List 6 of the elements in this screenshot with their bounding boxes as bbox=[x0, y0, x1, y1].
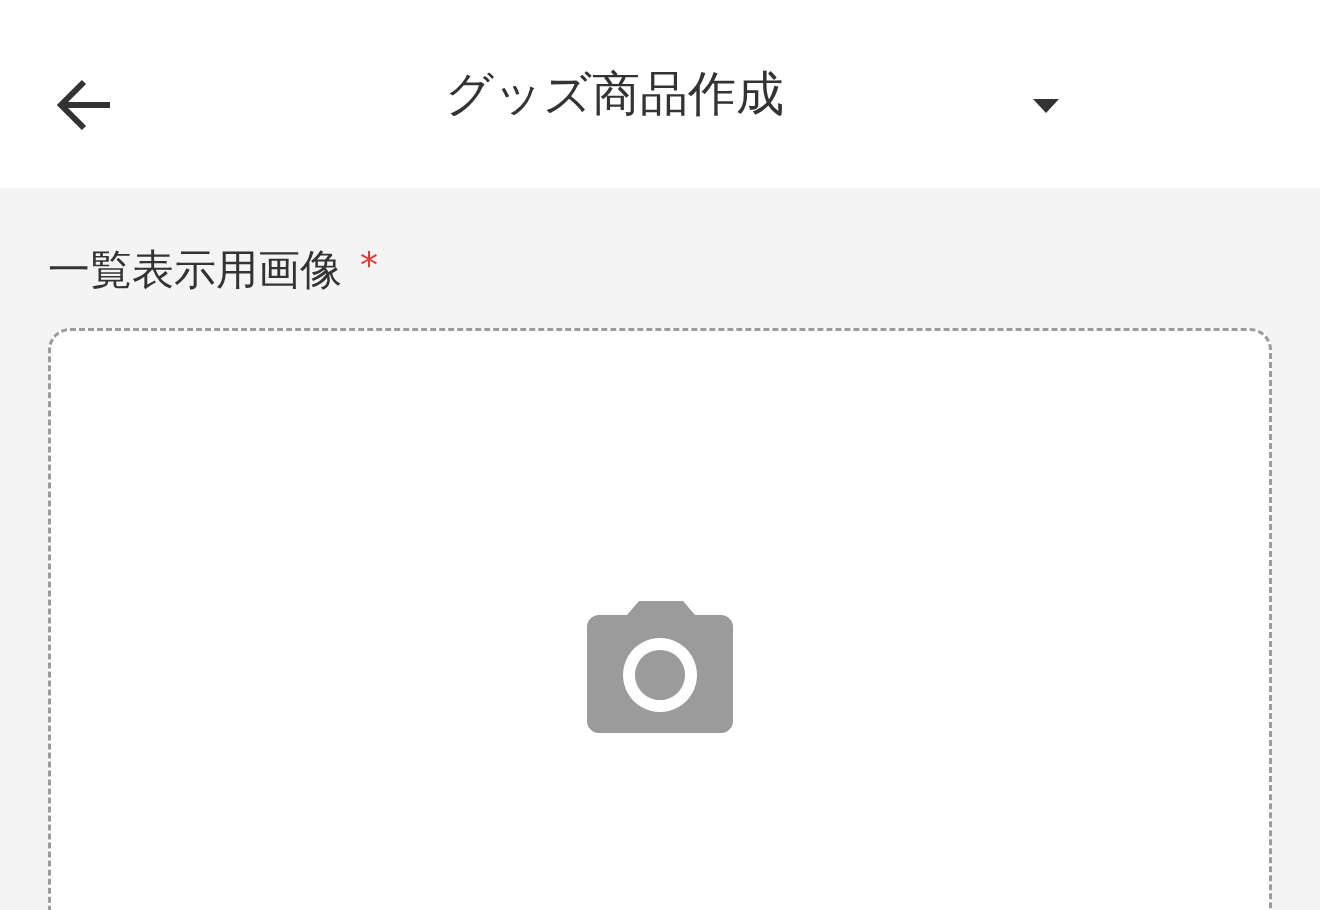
required-mark: * bbox=[360, 243, 378, 287]
dropdown-caret-icon[interactable] bbox=[1032, 97, 1060, 115]
image-upload-area[interactable] bbox=[48, 328, 1272, 910]
screen-title: グッズ商品作成 bbox=[445, 64, 784, 123]
field-label: 一覧表示用画像 bbox=[48, 244, 342, 296]
camera-icon bbox=[587, 601, 733, 733]
